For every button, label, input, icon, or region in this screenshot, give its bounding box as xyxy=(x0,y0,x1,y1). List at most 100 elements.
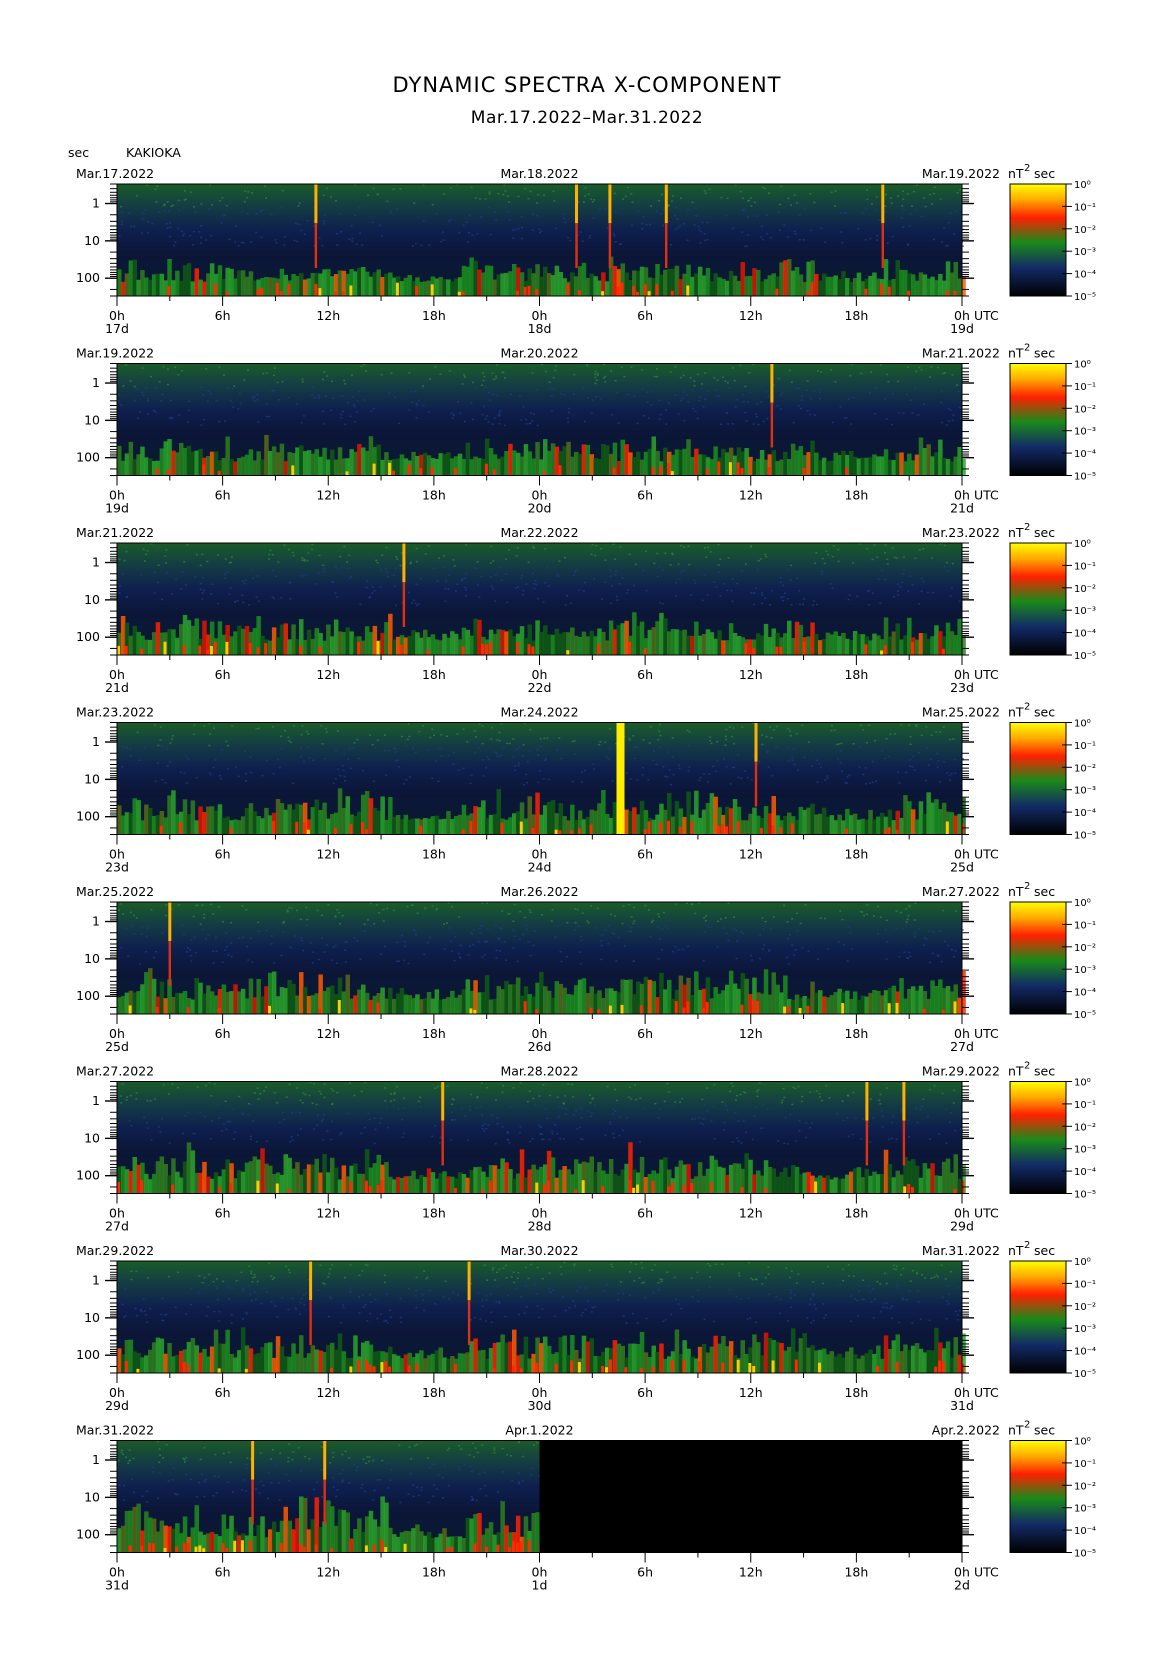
noise-speckle xyxy=(205,239,208,241)
panel-end-date: Mar.23.2022 xyxy=(922,525,1000,540)
spectral-peak xyxy=(376,641,380,655)
noise-speckle xyxy=(380,235,383,237)
noise-speckle xyxy=(230,556,233,558)
noise-speckle xyxy=(270,935,273,937)
noise-speckle xyxy=(253,400,256,402)
spectral-activity-bar xyxy=(740,637,745,655)
spectral-activity-bar xyxy=(759,281,765,296)
noise-speckle xyxy=(722,583,725,585)
noise-speckle xyxy=(301,725,304,727)
noise-speckle xyxy=(381,554,384,556)
noise-speckle xyxy=(481,925,484,927)
noise-speckle xyxy=(504,377,507,379)
noise-speckle xyxy=(908,225,911,227)
x-tick-label: 18h xyxy=(844,488,868,503)
noise-speckle xyxy=(918,366,921,369)
noise-speckle xyxy=(913,935,916,938)
noise-speckle xyxy=(138,759,141,761)
noise-speckle xyxy=(618,1134,621,1137)
noise-speckle xyxy=(578,951,581,953)
spectral-activity-bar xyxy=(318,810,323,835)
spectral-activity-bar xyxy=(426,1168,432,1194)
spectral-activity-bar xyxy=(767,813,773,835)
noise-speckle xyxy=(794,949,797,951)
spectral-activity-bar xyxy=(260,818,265,835)
noise-speckle xyxy=(165,223,168,225)
noise-speckle xyxy=(255,728,258,730)
spectral-activity-bar xyxy=(914,639,920,655)
noise-speckle xyxy=(909,735,912,738)
noise-speckle xyxy=(463,374,466,376)
noise-speckle xyxy=(165,549,168,551)
noise-speckle xyxy=(753,592,756,594)
spectral-peak xyxy=(527,285,531,296)
spectral-activity-bar xyxy=(814,273,819,296)
noise-speckle xyxy=(120,220,123,223)
noise-speckle xyxy=(542,601,545,604)
noise-speckle xyxy=(317,572,320,574)
noise-speckle xyxy=(501,1126,504,1128)
noise-speckle xyxy=(589,235,592,237)
noise-speckle xyxy=(796,930,799,932)
noise-speckle xyxy=(313,396,316,399)
spectral-activity-bar xyxy=(376,444,381,476)
noise-speckle xyxy=(736,940,739,942)
spectral-activity-bar xyxy=(268,1165,273,1194)
spectral-peak xyxy=(554,829,558,835)
noise-speckle xyxy=(780,394,782,397)
spectral-activity-bar xyxy=(186,1142,192,1194)
noise-speckle xyxy=(586,1300,589,1302)
spectral-activity-bar xyxy=(117,445,122,476)
noise-speckle xyxy=(442,231,444,233)
spectral-activity-bar xyxy=(291,1168,296,1194)
noise-speckle xyxy=(731,735,733,738)
spectral-activity-bar xyxy=(546,634,552,655)
spectral-activity-bar xyxy=(787,812,792,835)
noise-speckle xyxy=(642,569,645,572)
noise-speckle xyxy=(453,959,456,962)
noise-speckle xyxy=(120,205,122,208)
noise-speckle xyxy=(695,215,698,217)
noise-speckle xyxy=(305,730,308,733)
x-tick-label: 12h xyxy=(739,1206,763,1221)
noise-speckle xyxy=(940,421,943,424)
noise-speckle xyxy=(340,416,343,419)
noise-speckle xyxy=(860,910,863,913)
noise-speckle xyxy=(481,742,484,745)
spectral-peak xyxy=(318,1008,322,1014)
spectral-activity-bar xyxy=(326,987,331,1014)
noise-speckle xyxy=(613,1110,616,1112)
noise-speckle xyxy=(483,954,486,956)
noise-speckle xyxy=(670,243,673,246)
noise-speckle xyxy=(250,1270,253,1273)
noise-speckle xyxy=(688,766,691,768)
spectral-activity-bar xyxy=(883,449,889,476)
noise-speckle xyxy=(225,1128,228,1131)
noise-speckle xyxy=(230,1314,233,1316)
spectral-activity-bar xyxy=(605,814,610,835)
noise-speckle xyxy=(780,185,783,188)
noise-speckle xyxy=(373,923,376,925)
spectral-activity-bar xyxy=(326,818,331,835)
noise-speckle xyxy=(153,571,156,574)
noise-speckle xyxy=(512,929,515,932)
spectral-peak xyxy=(260,287,264,296)
spectral-activity-bar xyxy=(872,819,877,835)
noise-speckle xyxy=(813,390,816,392)
spectral-activity-bar xyxy=(628,280,633,296)
noise-speckle xyxy=(166,572,169,574)
noise-speckle xyxy=(215,1285,218,1288)
noise-speckle xyxy=(546,737,549,739)
noise-speckle xyxy=(348,554,351,557)
noise-speckle xyxy=(189,949,192,951)
spectral-activity-bar xyxy=(589,454,594,476)
noise-speckle xyxy=(702,959,705,962)
noise-speckle xyxy=(937,1133,940,1135)
noise-speckle xyxy=(903,569,906,571)
spectral-activity-bar xyxy=(446,811,451,835)
noise-speckle xyxy=(804,1136,807,1139)
spectral-activity-bar xyxy=(442,1171,447,1194)
noise-speckle xyxy=(249,1293,252,1295)
spectral-activity-bar xyxy=(461,1174,467,1194)
noise-speckle xyxy=(512,1087,515,1089)
